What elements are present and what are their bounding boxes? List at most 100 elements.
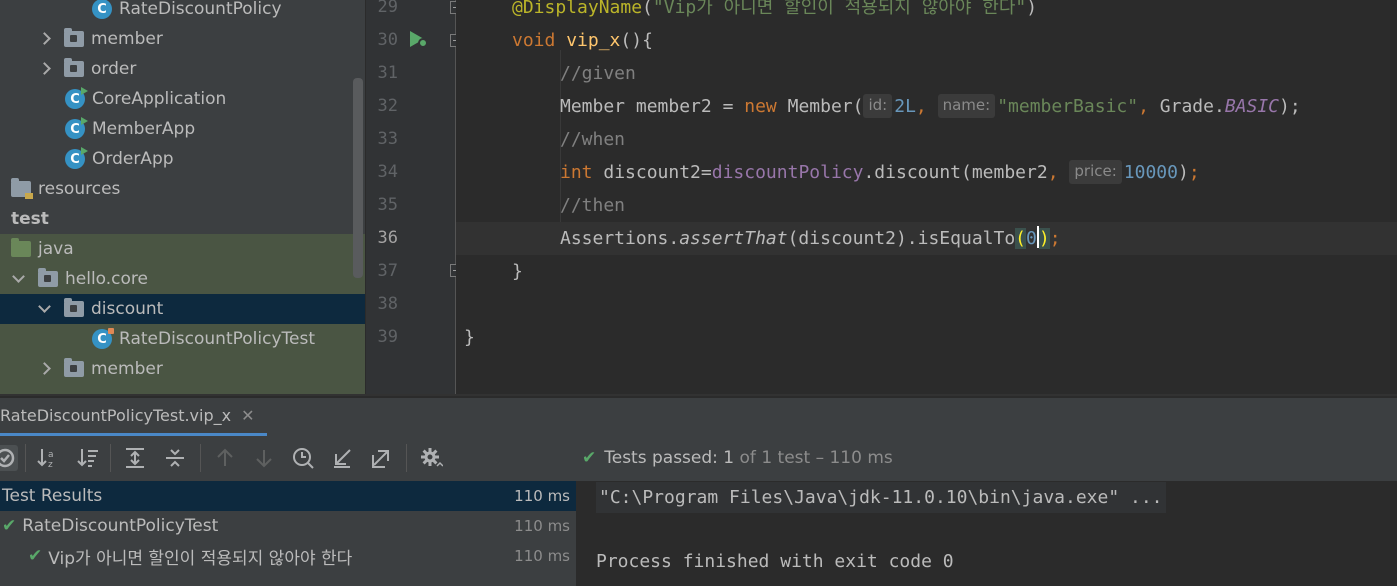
expand-all-icon[interactable]	[122, 445, 148, 471]
code-line-32: Member member2 = new Member(id: 2L, name:…	[560, 94, 1301, 118]
tree-item-hello-core[interactable]: hello.core	[0, 264, 365, 294]
tree-item-order-app[interactable]: C OrderApp	[0, 144, 365, 174]
toolbar-separator	[110, 444, 111, 472]
svg-text:a: a	[48, 450, 54, 460]
tree-item-label: java	[38, 239, 74, 259]
tree-item-member-test[interactable]: member	[0, 354, 365, 384]
line-number: 35	[377, 195, 398, 215]
package-folder-icon	[64, 358, 84, 377]
line-number: 39	[377, 327, 398, 347]
chevron-down-icon[interactable]	[12, 272, 26, 286]
code-line-37: }	[512, 261, 523, 282]
tree-item-label: test	[11, 209, 49, 229]
test-results-root[interactable]: Test Results 110 ms	[0, 481, 576, 511]
tree-item-java[interactable]: java	[0, 234, 365, 264]
package-folder-icon	[64, 58, 84, 77]
toolbar-separator	[25, 444, 26, 472]
test-class-icon: C	[92, 328, 114, 349]
next-failed-icon[interactable]	[251, 445, 277, 471]
check-icon: ✔	[28, 546, 43, 566]
code-line-30: void vip_x(){	[512, 30, 653, 51]
tree-item-label: MemberApp	[92, 119, 196, 139]
result-label: Vip가 아니면 할인이 적용되지 않아야 한다	[48, 548, 353, 569]
run-tab[interactable]: RateDiscountPolicyTest.vip_x ✕	[0, 398, 267, 436]
previous-failed-icon[interactable]	[212, 445, 238, 471]
tree-item-label: OrderApp	[92, 149, 174, 169]
show-passed-icon[interactable]	[0, 445, 18, 471]
code-line-31: //given	[560, 63, 636, 84]
line-number: 32	[377, 96, 398, 116]
line-number: 30	[377, 30, 398, 50]
tree-item-rate-discount-policy[interactable]: C RateDiscountPolicy	[0, 0, 365, 24]
tree-item-resources[interactable]: resources	[0, 174, 365, 204]
project-tree: C RateDiscountPolicy member order C Core…	[0, 0, 365, 394]
check-icon: ✔	[582, 448, 597, 468]
test-history-icon[interactable]	[290, 445, 316, 471]
run-tab-bar: RateDiscountPolicyTest.vip_x ✕	[0, 398, 1397, 436]
chevron-right-icon[interactable]	[38, 362, 52, 376]
settings-gear-icon[interactable]	[418, 445, 444, 471]
param-hint: name:	[937, 94, 996, 118]
toolbar-separator	[406, 444, 407, 472]
code-line-34: int discount2=discountPolicy.discount(me…	[560, 160, 1200, 184]
tree-item-discount[interactable]: discount	[0, 294, 365, 324]
chevron-right-icon[interactable]	[38, 62, 52, 76]
param-hint: id:	[863, 94, 893, 118]
code-line-33: //when	[560, 129, 626, 150]
tree-item-label: resources	[38, 179, 121, 199]
tree-item-core-application[interactable]: C CoreApplication	[0, 84, 365, 114]
package-folder-icon	[64, 298, 84, 317]
tree-item-label: hello.core	[65, 269, 149, 289]
toolbar-separator	[200, 444, 201, 472]
run-test-icon[interactable]	[408, 30, 430, 50]
tree-item-label: discount	[91, 299, 164, 319]
sort-alphabetically-icon[interactable]: az	[35, 445, 61, 471]
code-line-35: //then	[560, 195, 626, 216]
tree-scrollbar[interactable]	[353, 78, 363, 278]
line-number: 33	[377, 129, 398, 149]
line-number: 36	[377, 228, 398, 248]
chevron-down-icon[interactable]	[38, 302, 52, 316]
code-line-29: @DisplayName("Vip가 아니면 할인이 적용되지 않아야 한다")	[512, 0, 1038, 18]
console-exit-line: Process finished with exit code 0	[596, 551, 954, 572]
runnable-class-icon: C	[65, 117, 88, 139]
export-tests-icon[interactable]	[368, 445, 394, 471]
result-duration: 110 ms	[514, 517, 570, 535]
result-duration: 110 ms	[514, 547, 570, 565]
line-number: 34	[377, 162, 398, 182]
close-icon[interactable]: ✕	[241, 406, 254, 425]
line-number: 31	[377, 63, 398, 83]
svg-text:z: z	[48, 460, 53, 470]
code-editor[interactable]: @DisplayName("Vip가 아니면 할인이 적용되지 않아야 한다")…	[456, 0, 1397, 394]
test-method-result[interactable]: ✔ Vip가 아니면 할인이 적용되지 않아야 한다 110 ms	[0, 541, 576, 571]
tree-item-label: RateDiscountPolicyTest	[119, 329, 315, 349]
line-number: 38	[377, 294, 398, 314]
chevron-right-icon[interactable]	[38, 32, 52, 46]
console-output[interactable]: "C:\Program Files\Java\jdk-11.0.10\bin\j…	[577, 481, 1397, 586]
tests-passed-status: ✔ Tests passed: 1 of 1 test – 110 ms	[582, 448, 893, 468]
result-label: Test Results	[2, 486, 103, 506]
sort-by-duration-icon[interactable]	[75, 445, 101, 471]
panel-splitter[interactable]	[0, 394, 1397, 397]
tree-item-label: CoreApplication	[92, 89, 227, 109]
run-tab-label: RateDiscountPolicyTest.vip_x	[0, 406, 232, 425]
tree-item-member[interactable]: member	[0, 24, 365, 54]
tree-item-test[interactable]: test	[0, 204, 365, 234]
test-class-result[interactable]: ✔ RateDiscountPolicyTest 110 ms	[0, 511, 576, 541]
tree-item-member-app[interactable]: C MemberApp	[0, 114, 365, 144]
code-line-36: Assertions.assertThat(discount2).isEqual…	[456, 222, 1397, 255]
tree-item-label: member	[91, 29, 163, 49]
tree-item-partial	[0, 384, 365, 394]
package-folder-icon	[64, 28, 84, 47]
collapse-all-icon[interactable]	[162, 445, 188, 471]
test-runner-toolbar: az ✔ Tests passed: 1 of 1 test – 110 ms	[0, 436, 1397, 481]
runnable-class-icon: C	[65, 87, 88, 109]
import-tests-icon[interactable]	[329, 445, 355, 471]
runnable-class-icon: C	[65, 147, 88, 169]
tree-item-label: RateDiscountPolicy	[119, 0, 282, 19]
console-command-line[interactable]: "C:\Program Files\Java\jdk-11.0.10\bin\j…	[596, 482, 1166, 513]
check-icon: ✔	[2, 516, 17, 536]
tree-item-rate-discount-policy-test[interactable]: C RateDiscountPolicyTest	[0, 324, 365, 354]
param-hint: price:	[1069, 160, 1122, 184]
tree-item-order[interactable]: order	[0, 54, 365, 84]
